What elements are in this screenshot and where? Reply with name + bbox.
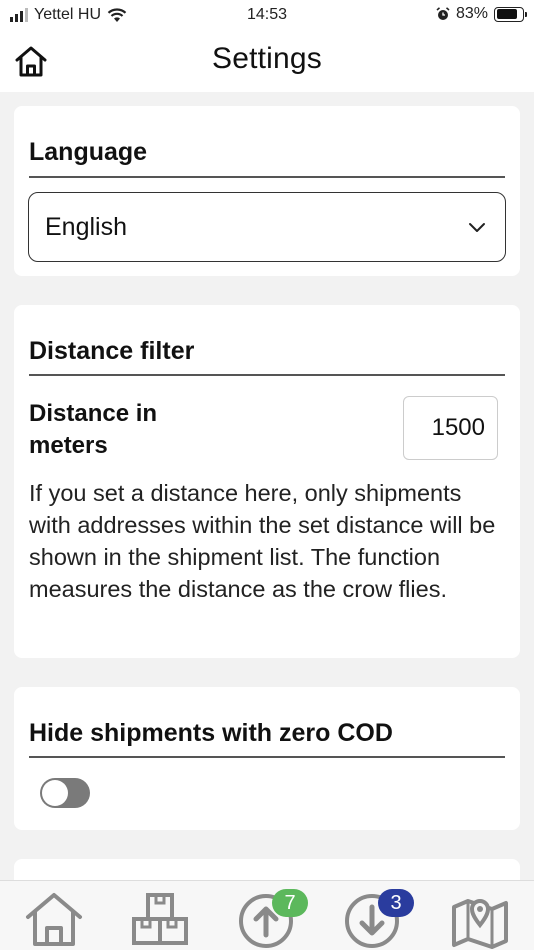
- tab-map[interactable]: [448, 889, 512, 949]
- language-selected-value: English: [45, 213, 127, 241]
- distance-filter-card: Distance filter Distance in meters If yo…: [14, 305, 520, 658]
- alarm-icon: [436, 7, 450, 20]
- chevron-down-icon: [469, 223, 485, 232]
- tab-bar: 7 3: [0, 880, 534, 950]
- language-card: Language English: [14, 106, 520, 276]
- home-icon: [26, 893, 82, 946]
- language-divider: [29, 176, 505, 178]
- battery-percent: 83%: [455, 5, 488, 22]
- distance-label: Distance in meters: [29, 400, 158, 459]
- packages-icon: [132, 893, 188, 945]
- tab-packages[interactable]: [128, 889, 192, 949]
- page-title: Settings: [212, 42, 322, 75]
- header: Settings: [0, 32, 534, 92]
- distance-filter-title: Distance filter: [29, 337, 195, 365]
- distance-filter-divider: [29, 374, 505, 376]
- toggle-knob: [42, 780, 68, 806]
- language-title: Language: [29, 138, 148, 166]
- tab-home[interactable]: [22, 889, 86, 949]
- zero-cod-card: Hide shipments with zero COD: [14, 687, 520, 830]
- battery-icon: [494, 6, 527, 22]
- zero-cod-title: Hide shipments with zero COD: [29, 719, 393, 747]
- language-select[interactable]: English: [28, 192, 506, 262]
- zero-cod-divider: [29, 756, 505, 758]
- tab-download[interactable]: 3: [342, 889, 414, 949]
- distance-input[interactable]: [403, 396, 498, 460]
- upload-badge: 7: [272, 889, 308, 917]
- status-bar: Yettel HU 14:53 83%: [0, 0, 534, 32]
- status-right: 83%: [436, 5, 527, 23]
- distance-description: If you set a distance here, only shipmen…: [29, 480, 496, 602]
- tab-upload[interactable]: 7: [236, 889, 308, 949]
- zero-cod-toggle[interactable]: [40, 778, 90, 808]
- download-badge: 3: [378, 889, 414, 917]
- map-icon: [452, 899, 508, 949]
